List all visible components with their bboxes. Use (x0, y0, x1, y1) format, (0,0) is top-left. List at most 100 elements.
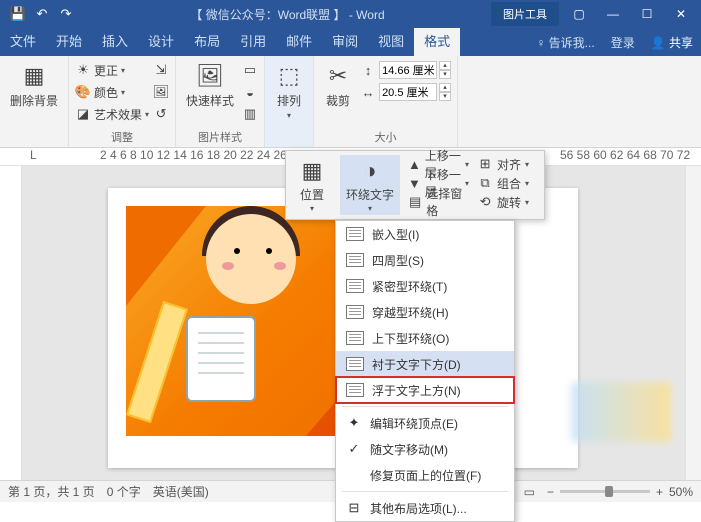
width-input[interactable]: ▴▾ (379, 83, 451, 101)
wrap-label: 环绕文字 (346, 186, 394, 203)
share-button[interactable]: 👤 共享 (643, 34, 701, 51)
close-icon[interactable]: ✕ (667, 4, 695, 24)
remove-background-button[interactable]: ▦ 删除背景 (6, 60, 62, 111)
behind-icon (346, 357, 364, 371)
send-backward-icon: ▼ (408, 175, 421, 191)
height-input[interactable]: ▴▾ (379, 61, 451, 79)
tab-references[interactable]: 引用 (230, 28, 276, 56)
compress-icon: ⇲ (153, 62, 169, 78)
wrap-more-options[interactable]: ⊟其他布局选项(L)... (336, 495, 514, 521)
picfx-icon: ◒ (242, 84, 258, 100)
tab-design[interactable]: 设计 (138, 28, 184, 56)
wrap-edit-label: 编辑环绕顶点(E) (370, 415, 458, 432)
artistic-effects-button[interactable]: ◪艺术效果 ▾ (75, 104, 149, 124)
tab-insert[interactable]: 插入 (92, 28, 138, 56)
border-button[interactable]: ▭ (242, 60, 258, 80)
menu-separator (342, 491, 508, 492)
align-label: 对齐 (497, 156, 521, 173)
wrap-square-label: 四周型(S) (372, 252, 424, 269)
color-button[interactable]: 🎨颜色 ▾ (75, 82, 149, 102)
arrange-popup: ▦位置▾ ◑环绕文字▾ ▲上移一层 ▾ ▼下移一层 ▾ ▤选择窗格 ⊞对齐 ▾ … (285, 150, 545, 220)
view-web-icon[interactable]: ▭ (524, 485, 535, 499)
login-link[interactable]: 登录 (603, 34, 643, 51)
spin-up[interactable]: ▴ (439, 61, 451, 70)
bring-forward-icon: ▲ (408, 156, 421, 172)
wrap-front[interactable]: 浮于文字上方(N) (336, 377, 514, 403)
zoom-out-icon[interactable]: − (547, 485, 554, 499)
vertical-scrollbar[interactable] (685, 166, 701, 482)
tab-view[interactable]: 视图 (368, 28, 414, 56)
more-icon: ⊟ (346, 500, 362, 516)
selection-label: 选择窗格 (426, 185, 469, 219)
group-button[interactable]: ⧉组合 ▾ (477, 174, 538, 192)
undo-icon[interactable]: ↶ (32, 4, 52, 24)
layout-button[interactable]: ▥ (242, 104, 258, 124)
wrap-fix-position[interactable]: 修复页面上的位置(F) (336, 462, 514, 488)
wrap-tight[interactable]: 紧密型环绕(T) (336, 273, 514, 299)
maximize-icon[interactable]: ☐ (633, 4, 661, 24)
arrange-button[interactable]: ⬚ 排列▾ (271, 60, 307, 122)
tab-mailings[interactable]: 邮件 (276, 28, 322, 56)
zoom-in-icon[interactable]: + (656, 485, 663, 499)
rotate-button[interactable]: ⟲旋转 ▾ (477, 193, 538, 211)
wrap-move-with-text[interactable]: ✓随文字移动(M) (336, 436, 514, 462)
tab-layout[interactable]: 布局 (184, 28, 230, 56)
wrap-topbottom-label: 上下型环绕(O) (372, 330, 449, 347)
remove-bg-label: 删除背景 (10, 92, 58, 109)
group-label-arrange (271, 145, 307, 147)
crop-button[interactable]: ✂ 裁剪 (320, 60, 356, 111)
corrections-button[interactable]: ☀更正 ▾ (75, 60, 149, 80)
wrap-edit-points[interactable]: ✦编辑环绕顶点(E) (336, 410, 514, 436)
wrap-square[interactable]: 四周型(S) (336, 247, 514, 273)
remove-bg-icon: ▦ (20, 62, 48, 90)
piclayout-icon: ▥ (242, 106, 258, 122)
tab-home[interactable]: 开始 (46, 28, 92, 56)
status-words[interactable]: 0 个字 (107, 483, 141, 500)
position-button[interactable]: ▦位置▾ (292, 155, 332, 215)
minimize-icon[interactable]: ― (599, 4, 627, 24)
spin-down[interactable]: ▾ (439, 70, 451, 79)
menu-separator (342, 406, 508, 407)
wrap-tight-label: 紧密型环绕(T) (372, 278, 447, 295)
quick-styles-button[interactable]: 🖼 快速样式 (182, 60, 238, 111)
quick-styles-label: 快速样式 (186, 92, 234, 109)
group-label-size: 大小 (320, 129, 451, 147)
wrap-topbottom[interactable]: 上下型环绕(O) (336, 325, 514, 351)
ribbon-opts-icon[interactable]: ▢ (565, 4, 593, 24)
save-icon[interactable]: 💾 (8, 4, 28, 24)
compress-button[interactable]: ⇲ (153, 60, 169, 80)
tell-me[interactable]: ♀ 告诉我... (528, 34, 602, 51)
reset-pic-button[interactable]: ↺ (153, 104, 169, 124)
redo-icon[interactable]: ↷ (56, 4, 76, 24)
spin-up[interactable]: ▴ (439, 83, 451, 92)
wrap-through[interactable]: 穿越型环绕(H) (336, 299, 514, 325)
zoom-slider[interactable] (560, 490, 650, 493)
group-ap-label: 组合 (497, 175, 521, 192)
blank-icon (346, 467, 362, 483)
change-pic-button[interactable]: 🖼 (153, 82, 169, 102)
selection-pane-button[interactable]: ▤选择窗格 (408, 193, 469, 211)
status-language[interactable]: 英语(美国) (153, 483, 209, 500)
tab-format[interactable]: 格式 (414, 28, 460, 56)
width-icon: ↔ (360, 84, 376, 100)
tab-review[interactable]: 审阅 (322, 28, 368, 56)
square-icon (346, 253, 364, 267)
status-page[interactable]: 第 1 页，共 1 页 (8, 483, 95, 500)
wrap-inline[interactable]: 嵌入型(I) (336, 221, 514, 247)
tight-icon (346, 279, 364, 293)
wrap-text-button[interactable]: ◑环绕文字▾ (340, 155, 400, 215)
check-icon: ✓ (346, 441, 362, 457)
inline-icon (346, 227, 364, 241)
spin-down[interactable]: ▾ (439, 92, 451, 101)
align-button[interactable]: ⊞对齐 ▾ (477, 155, 538, 173)
zoom-level[interactable]: 50% (669, 485, 693, 499)
tab-file[interactable]: 文件 (0, 28, 46, 56)
vertical-ruler[interactable] (0, 166, 22, 482)
reset-icon: ↺ (153, 106, 169, 122)
align-icon: ⊞ (477, 156, 493, 172)
color-label: 颜色 (94, 84, 118, 101)
effects-label: 艺术效果 (94, 106, 142, 123)
wrap-behind[interactable]: 衬于文字下方(D) (336, 351, 514, 377)
picfx-button[interactable]: ◒ (242, 82, 258, 102)
window-title: 【 微信公众号：Word联盟 】 - Word (84, 6, 491, 23)
